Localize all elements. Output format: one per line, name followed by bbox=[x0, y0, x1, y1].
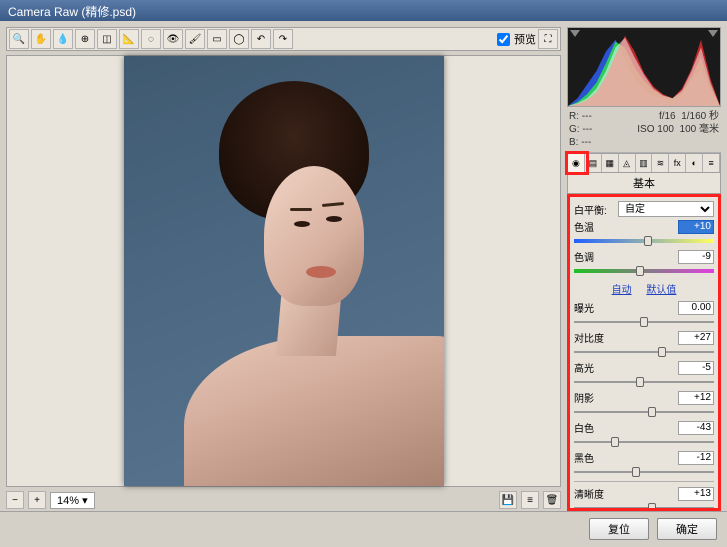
panel-tabs: ◉ ▤ ▦ ◬ ▥ ≋ fx ◐ ≡ bbox=[567, 153, 721, 173]
zoom-tool-icon[interactable]: 🔍 bbox=[9, 29, 29, 49]
highlight-basic-tab bbox=[565, 151, 589, 175]
tint-value[interactable]: -9 bbox=[678, 250, 714, 264]
zoom-bar: − + 14% ▾ 💾 ≡ 🗑 bbox=[6, 491, 561, 509]
tint-slider[interactable] bbox=[574, 266, 714, 276]
panel-title: 基本 bbox=[567, 173, 721, 194]
highlights-value[interactable]: -5 bbox=[678, 361, 714, 375]
contrast-slider[interactable] bbox=[574, 347, 714, 357]
highlights-slider[interactable] bbox=[574, 377, 714, 387]
clarity-value[interactable]: +13 bbox=[678, 487, 714, 501]
whites-value[interactable]: -43 bbox=[678, 421, 714, 435]
menu-icon[interactable]: ≡ bbox=[521, 491, 539, 509]
basic-panel: 白平衡: 自定 色温 +10 色调 -9 自动 默认值 曝光0.00 对比度+ bbox=[567, 194, 721, 511]
exposure-label: 曝光 bbox=[574, 300, 618, 315]
zoom-out-button[interactable]: − bbox=[6, 491, 24, 509]
blacks-slider[interactable] bbox=[574, 467, 714, 477]
window-title: Camera Raw (精修.psd) bbox=[8, 5, 136, 19]
clarity-slider[interactable] bbox=[574, 503, 714, 511]
tab-detail[interactable]: ▦ bbox=[602, 154, 619, 172]
rotate-cw-icon[interactable]: ↷ bbox=[273, 29, 293, 49]
straighten-icon[interactable]: 📐 bbox=[119, 29, 139, 49]
toolbar: 🔍 ✋ 💧 ⊕ ◫ 📐 ◌ 👁 🖌 ▭ ◯ ↶ ↷ 预览 ⛶ bbox=[6, 27, 561, 51]
hand-tool-icon[interactable]: ✋ bbox=[31, 29, 51, 49]
whites-label: 白色 bbox=[574, 420, 618, 435]
contrast-label: 对比度 bbox=[574, 330, 618, 345]
dialog-footer: 复位 确定 bbox=[0, 511, 727, 545]
histogram[interactable] bbox=[567, 27, 721, 107]
blacks-label: 黑色 bbox=[574, 450, 618, 465]
exif-meta: R: --- f/16 1/160 秒 G: --- ISO 100 100 毫… bbox=[567, 107, 721, 153]
eyedropper-icon[interactable]: 💧 bbox=[53, 29, 73, 49]
fullscreen-icon[interactable]: ⛶ bbox=[538, 29, 558, 49]
tab-lens[interactable]: ≋ bbox=[652, 154, 669, 172]
window-titlebar: Camera Raw (精修.psd) bbox=[0, 0, 727, 21]
temp-label: 色温 bbox=[574, 219, 618, 234]
crop-tool-icon[interactable]: ◫ bbox=[97, 29, 117, 49]
clarity-label: 清晰度 bbox=[574, 486, 618, 501]
blacks-value[interactable]: -12 bbox=[678, 451, 714, 465]
preview-checkbox[interactable]: 预览 bbox=[497, 31, 536, 47]
rotate-ccw-icon[interactable]: ↶ bbox=[251, 29, 271, 49]
shadows-value[interactable]: +12 bbox=[678, 391, 714, 405]
image-preview[interactable] bbox=[6, 55, 561, 487]
preview-label: 预览 bbox=[514, 31, 536, 47]
exposure-value[interactable]: 0.00 bbox=[678, 301, 714, 315]
tab-calib[interactable]: ◐ bbox=[686, 154, 703, 172]
ok-button[interactable]: 确定 bbox=[657, 518, 717, 540]
tab-preset[interactable]: ≡ bbox=[703, 154, 720, 172]
grad-filter-icon[interactable]: ▭ bbox=[207, 29, 227, 49]
trash-icon[interactable]: 🗑 bbox=[543, 491, 561, 509]
wb-select[interactable]: 自定 bbox=[618, 201, 714, 217]
radial-filter-icon[interactable]: ◯ bbox=[229, 29, 249, 49]
save-icon[interactable]: 💾 bbox=[499, 491, 517, 509]
zoom-in-button[interactable]: + bbox=[28, 491, 46, 509]
temp-slider[interactable] bbox=[574, 236, 714, 246]
auto-link[interactable]: 自动 bbox=[612, 285, 632, 296]
tab-fx[interactable]: fx bbox=[669, 154, 686, 172]
contrast-value[interactable]: +27 bbox=[678, 331, 714, 345]
wb-label: 白平衡: bbox=[574, 202, 618, 217]
adjust-brush-icon[interactable]: 🖌 bbox=[185, 29, 205, 49]
color-sampler-icon[interactable]: ⊕ bbox=[75, 29, 95, 49]
preview-checkbox-input[interactable] bbox=[497, 33, 510, 46]
spot-removal-icon[interactable]: ◌ bbox=[141, 29, 161, 49]
exposure-slider[interactable] bbox=[574, 317, 714, 327]
zoom-select[interactable]: 14% ▾ bbox=[50, 492, 95, 509]
whites-slider[interactable] bbox=[574, 437, 714, 447]
photo-placeholder bbox=[124, 56, 444, 486]
reset-button[interactable]: 复位 bbox=[589, 518, 649, 540]
temp-value[interactable]: +10 bbox=[678, 220, 714, 234]
highlights-label: 高光 bbox=[574, 360, 618, 375]
redeye-icon[interactable]: 👁 bbox=[163, 29, 183, 49]
shadows-slider[interactable] bbox=[574, 407, 714, 417]
default-link[interactable]: 默认值 bbox=[646, 285, 676, 296]
tint-label: 色调 bbox=[574, 249, 618, 264]
tab-hsl[interactable]: ◬ bbox=[619, 154, 636, 172]
tab-split[interactable]: ▥ bbox=[636, 154, 653, 172]
shadows-label: 阴影 bbox=[574, 390, 618, 405]
